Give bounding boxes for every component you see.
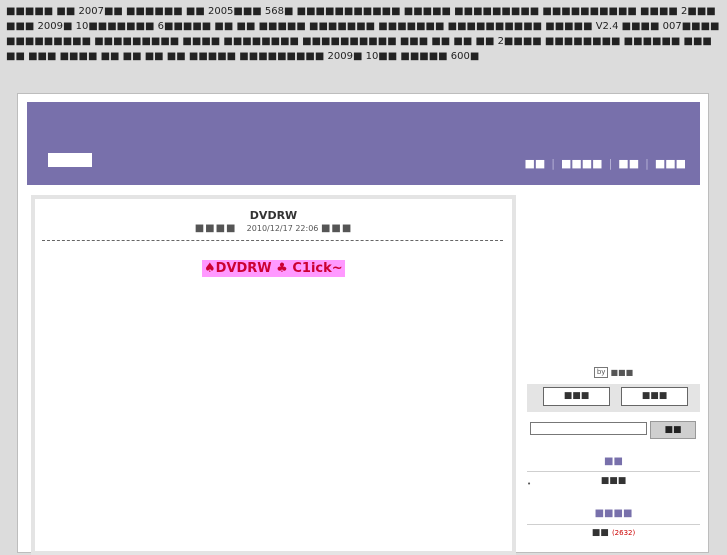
sidebar-button-right[interactable]: ■■■ (621, 387, 688, 406)
nav-link-4[interactable]: ■■■ (655, 157, 686, 170)
search-input[interactable] (530, 422, 647, 435)
top-notice-text: ■■■■■ ■■ 2007■■ ■■■■■■ ■■ 2005■■■ 568■ ■… (6, 6, 720, 62)
blog-header: ■■ | ■■■■ | ■■ | ■■■ (27, 102, 700, 185)
post-area: DVDRW ■■■■ 2010/12/17 22:06 ■■■ ♠DVDRW ♣… (31, 195, 516, 555)
post-timestamp: 2010/12/17 22:06 (246, 224, 319, 233)
promo-link[interactable]: ♠DVDRW ♣ C1ick~ (202, 260, 345, 277)
post-meta-suffix: ■■■ (320, 223, 353, 234)
post-title[interactable]: DVDRW (35, 209, 512, 222)
blog-logo[interactable] (48, 153, 92, 167)
header-nav: ■■ | ■■■■ | ■■ | ■■■ (524, 157, 686, 170)
post-divider (42, 240, 503, 241)
nav-separator: | (551, 157, 555, 170)
post-body: DVDRW ■■■■ 2010/12/17 22:06 ■■■ ♠DVDRW ♣… (35, 199, 512, 551)
section1-item[interactable]: ■■■ (527, 476, 700, 486)
sidebar-button-row: ■■■ ■■■ (527, 384, 700, 412)
nav-separator: | (645, 157, 649, 170)
section2-item[interactable]: ■■ (2632) (527, 528, 700, 538)
nav-link-3[interactable]: ■■ (618, 157, 639, 170)
section2-item-label[interactable]: ■■ (592, 528, 609, 538)
search-button[interactable]: ■■ (650, 421, 696, 439)
section1-divider (527, 471, 700, 472)
section2-title: ■■■■ (594, 508, 633, 519)
sidebar-by-line: by ■■■ (527, 367, 700, 378)
by-text[interactable]: ■■■ (610, 368, 633, 377)
section2-item-count: (2632) (611, 529, 636, 537)
by-badge: by (593, 367, 609, 378)
post-meta-prefix: ■■■■ (194, 223, 237, 234)
nav-link-2[interactable]: ■■■■ (561, 157, 603, 170)
sidebar-button-left[interactable]: ■■■ (543, 387, 610, 406)
nav-link-1[interactable]: ■■ (524, 157, 545, 170)
section2-divider (527, 524, 700, 525)
post-meta: ■■■■ 2010/12/17 22:06 ■■■ (35, 223, 512, 234)
section1-title: ■■ (604, 456, 623, 467)
nav-separator: | (608, 157, 613, 170)
